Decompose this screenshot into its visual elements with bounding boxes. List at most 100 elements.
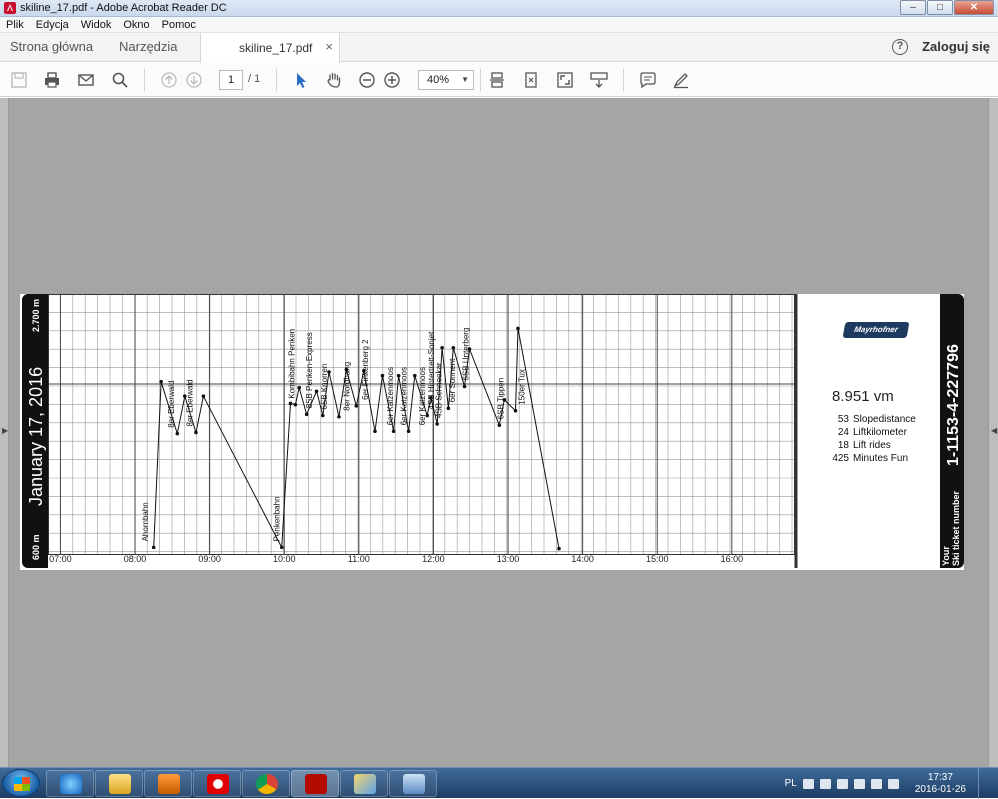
flag-icon[interactable] <box>836 778 848 789</box>
lift-label: 8er Eberwald <box>167 381 176 428</box>
data-point <box>175 431 180 436</box>
select-tool-icon[interactable] <box>292 71 310 89</box>
x-tick-label: 15:00 <box>646 554 669 564</box>
date-strip: January 17, 2016 2.700 m 600 m <box>22 294 48 568</box>
taskbar-acrobat[interactable] <box>291 770 339 797</box>
zoom-in-icon[interactable] <box>383 71 401 89</box>
taskbar-internet-explorer[interactable] <box>46 770 94 797</box>
x-tick-label: 11:00 <box>348 554 370 564</box>
lift-label: 6er Finkenberg 2 <box>361 339 370 400</box>
data-point <box>406 429 411 434</box>
x-tick-label: 13:00 <box>497 554 520 564</box>
login-link[interactable]: Zaloguj się <box>922 39 990 54</box>
data-point <box>440 346 444 350</box>
tab-tools[interactable]: Narzędzia <box>119 39 178 54</box>
page-number-input[interactable]: 1 <box>219 70 243 90</box>
search-icon[interactable] <box>111 71 129 89</box>
altitude-line <box>153 328 560 550</box>
previous-page-icon[interactable] <box>160 71 178 89</box>
email-icon[interactable] <box>77 71 95 89</box>
data-point <box>516 326 520 331</box>
battery-icon[interactable] <box>870 778 882 789</box>
taskbar-paint[interactable] <box>340 770 388 797</box>
start-button[interactable] <box>2 769 40 797</box>
mayrhofner-logo: Mayrhofner <box>842 322 910 338</box>
altitude-top-label: 2.700 m <box>31 298 41 332</box>
maximize-button[interactable]: □ <box>927 0 953 15</box>
chevron-up-icon[interactable] <box>819 778 831 789</box>
highlight-icon[interactable] <box>672 71 690 89</box>
keyboard-icon[interactable] <box>802 778 814 789</box>
menu-view[interactable]: Widok <box>75 19 118 31</box>
data-point <box>314 389 319 394</box>
x-tick-label: 10:00 <box>273 554 296 564</box>
zoom-select[interactable]: 40% ▼ <box>418 70 474 90</box>
hand-tool-icon[interactable] <box>325 71 343 89</box>
lift-label: 6SB Tippen <box>497 378 506 419</box>
save-icon[interactable] <box>10 71 28 89</box>
data-point <box>151 545 156 550</box>
taskbar-opera[interactable] <box>193 770 241 797</box>
taskbar-window[interactable] <box>389 770 437 797</box>
clock[interactable]: 17:37 2016-01-26 <box>915 772 966 796</box>
altitude-chart: 07:00 08:00 09:00 10:00 11:00 12:00 13:00 14:00… <box>48 294 798 568</box>
menu-edit[interactable]: Edycja <box>30 19 75 31</box>
window-titlebar: skiline_17.pdf - Adobe Acrobat Reader DC… <box>0 0 998 17</box>
data-point <box>293 402 298 407</box>
print-icon[interactable] <box>43 71 61 89</box>
data-point <box>462 384 467 389</box>
taskbar-chrome[interactable] <box>242 770 290 797</box>
data-point <box>194 430 198 435</box>
ticket-number-strip: 1-1153-4-227796 Your Ski ticket number <box>940 294 964 568</box>
left-panel-toggle[interactable]: ▶ <box>0 98 9 767</box>
lift-label: 6er Katzenmoos <box>386 367 395 425</box>
help-icon[interactable]: ? <box>892 39 908 55</box>
menu-help[interactable]: Pomoc <box>156 19 202 31</box>
next-page-icon[interactable] <box>185 71 203 89</box>
zoom-out-icon[interactable] <box>358 71 376 89</box>
media-player-icon <box>158 774 180 794</box>
tab-document[interactable]: skiline_17.pdf × <box>200 33 340 63</box>
full-screen-icon[interactable] <box>556 71 574 89</box>
show-desktop-button[interactable] <box>978 768 990 799</box>
scroll-mode-icon[interactable] <box>488 71 506 89</box>
data-point <box>446 406 451 411</box>
tab-home[interactable]: Strona główna <box>10 39 93 54</box>
data-point <box>354 404 359 408</box>
taskbar: PL 17:37 2016-01-26 <box>0 767 998 799</box>
taskbar-explorer[interactable] <box>95 770 143 797</box>
close-tab-icon[interactable]: × <box>325 39 333 54</box>
vertical-meters: 8.951 vm <box>832 388 894 405</box>
data-point <box>337 414 341 419</box>
system-tray: PL 17:37 2016-01-26 <box>785 768 998 799</box>
stat-row: 53 Slopedistance <box>837 414 916 425</box>
zoom-value: 40% <box>427 74 450 86</box>
document-viewport[interactable]: ▶ ◀ January 17, 2016 2.700 m 600 m 07:00… <box>0 98 998 767</box>
opera-icon <box>207 774 229 794</box>
page-total: / 1 <box>248 73 261 85</box>
ticket-number-label: Your Ski ticket number <box>941 490 961 566</box>
keyboard-icon[interactable] <box>590 71 608 89</box>
data-point <box>159 379 163 384</box>
close-button[interactable]: ✕ <box>954 0 994 15</box>
network-icon[interactable] <box>853 778 865 789</box>
language-indicator[interactable]: PL <box>785 778 797 789</box>
expand-right-icon: ◀ <box>991 426 998 435</box>
fit-page-icon[interactable] <box>522 71 540 89</box>
x-tick-label: 14:00 <box>571 554 594 564</box>
chevron-down-icon: ▼ <box>461 75 469 84</box>
minimize-button[interactable]: – <box>900 0 926 15</box>
data-point <box>451 346 456 350</box>
lift-label: 150er Tux <box>518 369 527 405</box>
x-tick-label: 07:00 <box>49 554 72 564</box>
chrome-icon <box>256 774 278 794</box>
menu-file[interactable]: Plik <box>0 19 30 31</box>
ticket-number: 1-1153-4-227796 <box>945 344 962 466</box>
data-point <box>373 429 377 434</box>
data-point <box>320 413 325 418</box>
taskbar-media-player[interactable] <box>144 770 192 797</box>
volume-icon[interactable] <box>887 778 899 789</box>
menu-window[interactable]: Okno <box>117 19 155 31</box>
comment-icon[interactable] <box>639 71 657 89</box>
right-panel-toggle[interactable]: ◀ <box>988 98 998 767</box>
